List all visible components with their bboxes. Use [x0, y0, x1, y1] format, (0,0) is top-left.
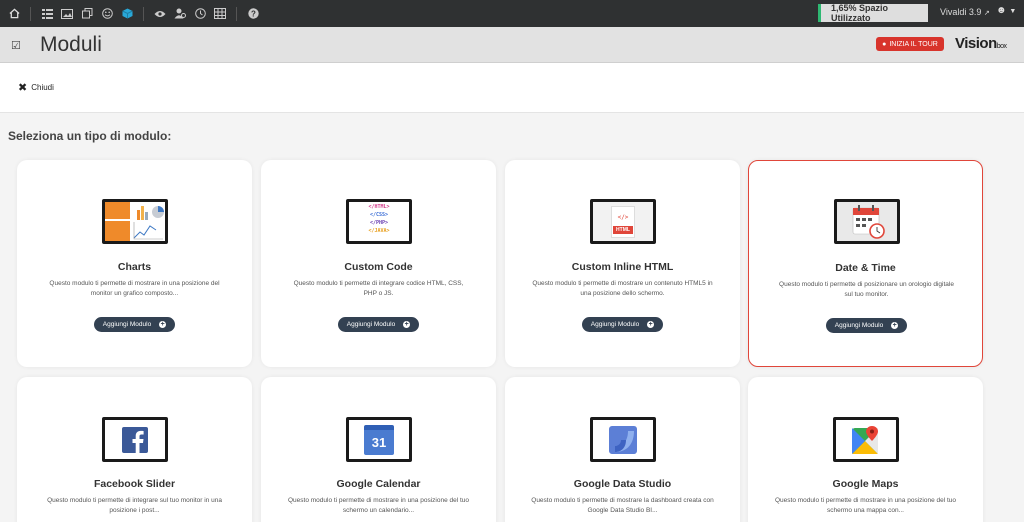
card-title: Facebook Slider — [93, 478, 176, 490]
module-card-google-maps[interactable]: Google Maps Questo modulo ti permette di… — [748, 377, 983, 522]
data-studio-icon — [590, 417, 656, 462]
plus-icon: + — [159, 321, 167, 328]
version-label: Vivaldi 3.9 — [940, 7, 982, 17]
card-title: Charts — [117, 261, 152, 273]
help-icon[interactable]: ? — [243, 0, 263, 27]
card-title: Custom Inline HTML — [571, 261, 674, 273]
version-link[interactable]: Vivaldi 3.9 ↗ — [940, 7, 990, 17]
code-line: </PHP> — [369, 220, 389, 226]
users-icon[interactable] — [170, 0, 190, 27]
lightbulb-icon: ● — [882, 40, 887, 48]
code-glyph: </> — [617, 213, 629, 221]
start-tour-label: INIZIA IL TOUR — [889, 40, 938, 48]
card-description: Questo modulo ti permette di mostrare in… — [287, 497, 470, 514]
add-module-button[interactable]: Aggiungi Modulo + — [338, 317, 419, 332]
close-label: Chiudi — [31, 83, 54, 92]
add-module-label: Aggiungi Modulo — [834, 322, 884, 329]
close-button[interactable]: ✖ Chiudi — [18, 81, 54, 94]
card-description: Questo modulo ti permette di integrare s… — [47, 497, 222, 514]
code-line: </JAVA> — [368, 228, 390, 234]
card-title: Google Calendar — [336, 478, 421, 490]
add-module-label: Aggiungi Modulo — [102, 321, 152, 328]
calendar-badge: 31 — [364, 424, 394, 455]
external-link-icon: ↗ — [983, 10, 990, 17]
calendar-clock-icon — [834, 199, 900, 244]
facebook-icon — [102, 417, 168, 462]
card-title: Custom Code — [344, 261, 413, 273]
close-icon: ✖ — [18, 82, 28, 94]
brand-suffix: box — [996, 43, 1007, 50]
module-card-custom-inline-html[interactable]: </> HTML Custom Inline HTML Questo modul… — [505, 160, 740, 367]
clock-icon[interactable] — [190, 0, 210, 27]
top-nav-bar: ? 1,65% Spazio Utilizzato Vivaldi 3.9 ↗ … — [0, 0, 1024, 27]
grid-icon[interactable] — [210, 0, 230, 27]
copy-icon[interactable] — [77, 0, 97, 27]
add-module-button[interactable]: Aggiungi Modulo + — [826, 318, 907, 333]
smile-icon[interactable] — [97, 0, 117, 27]
caret-down-icon: ▼ — [1009, 8, 1017, 15]
html-file-icon: </> HTML — [590, 199, 656, 244]
user-icon: ☻ — [996, 5, 1007, 16]
divider — [143, 6, 144, 21]
code-icon: </HTML> </CSS> </PHP> </JAVA> — [346, 199, 412, 244]
card-description: Questo modulo ti permette di mostrare in… — [49, 280, 220, 297]
card-title: Google Maps — [832, 478, 899, 490]
start-tour-button[interactable]: ● INIZIA IL TOUR — [876, 37, 944, 51]
storage-usage-badge: 1,65% Spazio Utilizzato — [818, 3, 928, 23]
divider — [30, 6, 31, 21]
plus-icon: + — [647, 321, 655, 328]
charts-icon — [102, 199, 168, 244]
storage-usage-label: 1,65% Spazio Utilizzato — [831, 3, 889, 23]
card-description: Questo modulo ti permette di mostrare la… — [531, 497, 714, 514]
add-module-label: Aggiungi Modulo — [590, 321, 640, 328]
list-icon[interactable] — [37, 0, 57, 27]
eye-icon[interactable] — [150, 0, 170, 27]
add-module-button[interactable]: Aggiungi Modulo + — [582, 317, 663, 332]
add-module-label: Aggiungi Modulo — [346, 321, 396, 328]
module-card-google-data-studio[interactable]: Google Data Studio Questo modulo ti perm… — [505, 377, 740, 522]
google-calendar-icon: 31 — [346, 417, 412, 462]
card-description: Questo modulo ti permette di integrare c… — [293, 280, 464, 297]
card-description: Questo modulo ti permette di mostrare in… — [774, 497, 957, 514]
cube-icon[interactable] — [117, 0, 137, 27]
file-icon: </> HTML — [611, 205, 635, 238]
html-label: HTML — [613, 225, 633, 234]
checkbox-icon: ☑ — [11, 40, 21, 52]
page-header: ☑ Moduli ● INIZIA IL TOUR Visionbox — [0, 27, 1024, 63]
module-card-custom-code[interactable]: </HTML> </CSS> </PHP> </JAVA> Custom Cod… — [261, 160, 496, 367]
card-description: Questo modulo ti permette di mostrare un… — [532, 280, 713, 297]
plus-icon: + — [403, 321, 411, 328]
calendar-day-number: 31 — [371, 434, 387, 450]
card-title: Google Data Studio — [573, 478, 672, 490]
divider — [236, 6, 237, 21]
code-line: </HTML> — [368, 204, 390, 210]
card-title: Date & Time — [835, 262, 896, 274]
home-icon[interactable] — [4, 0, 24, 27]
module-card-google-calendar[interactable]: 31 Google Calendar Questo modulo ti perm… — [261, 377, 496, 522]
module-card-facebook-slider[interactable]: Facebook Slider Questo modulo ti permett… — [17, 377, 252, 522]
plus-icon: + — [891, 322, 899, 329]
action-bar: ✖ Chiudi — [0, 63, 1024, 113]
module-card-date-time[interactable]: Date & Time Questo modulo ti permette di… — [748, 160, 983, 367]
code-line: </CSS> — [369, 212, 389, 218]
svg-text:?: ? — [251, 10, 256, 19]
brand-main: Vision — [955, 35, 997, 52]
image-icon[interactable] — [57, 0, 77, 27]
section-title: Seleziona un tipo di modulo: — [8, 129, 172, 143]
add-module-button[interactable]: Aggiungi Modulo + — [94, 317, 175, 332]
google-maps-icon — [833, 417, 899, 462]
user-menu[interactable]: ☻ ▼ — [996, 5, 1016, 16]
card-description: Questo modulo ti permette di posizionare… — [779, 281, 954, 298]
visionbox-logo: Visionbox — [955, 35, 1007, 52]
module-card-charts[interactable]: Charts Questo modulo ti permette di most… — [17, 160, 252, 367]
page-title: Moduli — [40, 33, 102, 56]
